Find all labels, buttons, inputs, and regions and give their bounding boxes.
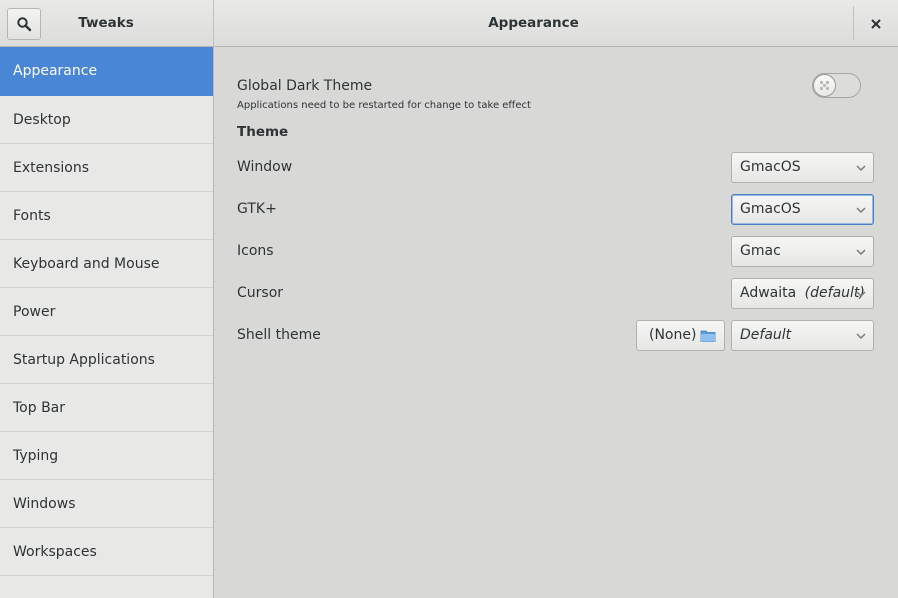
sidebar-item-extensions[interactable]: Extensions	[0, 144, 213, 192]
sidebar-item-fonts[interactable]: Fonts	[0, 192, 213, 240]
cursor-theme-label: Cursor	[237, 285, 284, 301]
sidebar-item-keyboard-and-mouse[interactable]: Keyboard and Mouse	[0, 240, 213, 288]
gtk-theme-value: GmacOS	[740, 201, 801, 217]
icons-theme-label: Icons	[237, 243, 274, 259]
switch-knob	[813, 74, 836, 97]
sidebar-item-windows[interactable]: Windows	[0, 480, 213, 528]
window-theme-combo[interactable]: GmacOS	[731, 152, 874, 183]
search-icon	[17, 17, 32, 32]
switch-grip-icon	[819, 80, 830, 91]
page-title: Appearance	[488, 15, 579, 31]
window-theme-value: GmacOS	[740, 159, 801, 175]
folder-icon	[700, 330, 716, 342]
window-theme-label: Window	[237, 159, 293, 175]
gtk-theme-label: GTK+	[237, 201, 277, 217]
theme-section-title: Theme	[237, 124, 289, 140]
header-separator	[853, 6, 854, 40]
sidebar-item-top-bar[interactable]: Top Bar	[0, 384, 213, 432]
gtk-theme-combo[interactable]: GmacOS	[731, 194, 874, 225]
sidebar: Appearance Desktop Extensions Fonts Keyb…	[0, 47, 214, 598]
icons-theme-value: Gmac	[740, 243, 781, 259]
cursor-theme-value: Adwaita	[740, 285, 797, 301]
search-button[interactable]	[7, 8, 41, 40]
sidebar-item-typing[interactable]: Typing	[0, 432, 213, 480]
close-icon	[871, 19, 881, 29]
dark-theme-note: Applications need to be restarted for ch…	[237, 100, 531, 111]
chevron-down-icon	[856, 165, 866, 172]
app-title: Tweaks	[78, 15, 134, 31]
sidebar-item-desktop[interactable]: Desktop	[0, 96, 213, 144]
sidebar-item-power[interactable]: Power	[0, 288, 213, 336]
sidebar-item-startup-applications[interactable]: Startup Applications	[0, 336, 213, 384]
header-left-pane: Tweaks	[0, 0, 214, 46]
shell-theme-combo[interactable]: Default	[731, 320, 874, 351]
shell-theme-file-label: (None)	[649, 327, 697, 343]
header-bar: Tweaks Appearance	[0, 0, 898, 47]
shell-theme-value: Default	[740, 327, 792, 343]
chevron-down-icon	[856, 333, 866, 340]
close-button[interactable]	[860, 8, 892, 40]
chevron-down-icon	[856, 291, 866, 298]
sidebar-item-appearance[interactable]: Appearance	[0, 47, 213, 96]
dark-theme-label: Global Dark Theme	[237, 78, 373, 94]
chevron-down-icon	[856, 249, 866, 256]
chevron-down-icon	[856, 207, 866, 214]
icons-theme-combo[interactable]: Gmac	[731, 236, 874, 267]
cursor-theme-combo[interactable]: Adwaita (default)	[731, 278, 874, 309]
dark-theme-switch[interactable]	[812, 73, 861, 98]
shell-theme-label: Shell theme	[237, 327, 321, 343]
main-panel: Global Dark Theme Applications need to b…	[214, 47, 898, 598]
shell-theme-file-button[interactable]: (None)	[636, 320, 725, 351]
sidebar-item-workspaces[interactable]: Workspaces	[0, 528, 213, 576]
